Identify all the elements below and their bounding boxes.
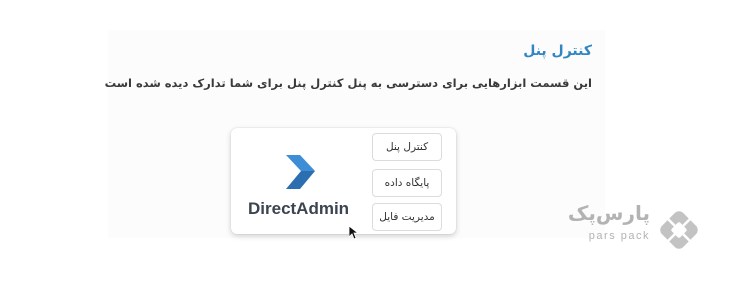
database-button[interactable]: پایگاه داده: [372, 169, 442, 197]
section-title: کنترل پنل: [523, 43, 592, 59]
brand-name-english: pars pack: [588, 230, 650, 242]
file-manager-button[interactable]: مدیریت فایل: [372, 203, 442, 231]
brand-name-persian: پارس‌پک: [567, 201, 650, 225]
mouse-cursor-icon: [349, 226, 359, 240]
directadmin-product-name: DirectAdmin: [248, 199, 350, 218]
parspack-diamond-logo-icon: [660, 211, 698, 249]
directadmin-chevron-icon: [286, 155, 315, 189]
control-panel-button[interactable]: کنترل پنل: [372, 133, 442, 161]
section-description: این قسمت ابزارهایی برای دسترسی به پنل کن…: [104, 76, 592, 90]
